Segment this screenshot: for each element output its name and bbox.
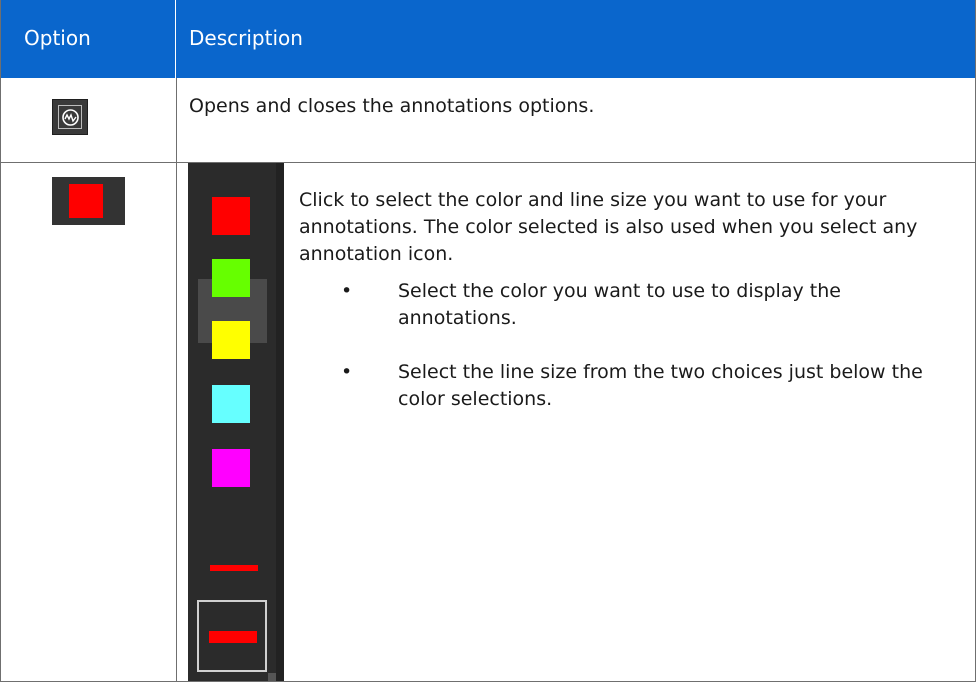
panel-edge — [276, 163, 284, 681]
annotations-toggle-icon — [52, 99, 88, 135]
row-description: Click to select the color and line size … — [299, 189, 918, 265]
color-swatch-magenta — [212, 449, 250, 487]
color-swatch-cyan — [212, 385, 250, 423]
table-row: Opens and closes the annotations options… — [1, 78, 975, 163]
color-swatch-icon — [52, 177, 125, 225]
header-description: Description — [189, 26, 303, 50]
selected-color-square — [69, 184, 103, 218]
bullet-text: Select the line size from the two choice… — [398, 361, 923, 410]
color-swatch-yellow — [212, 321, 250, 359]
color-palette-panel — [188, 163, 284, 681]
column-divider — [176, 78, 177, 163]
column-divider — [176, 163, 177, 681]
table-row: Click to select the color and line size … — [1, 163, 975, 681]
row-description: Opens and closes the annotations options… — [189, 95, 595, 117]
options-table: Option Description Opens and closes the … — [0, 0, 976, 682]
panel-corner — [268, 673, 276, 681]
bullet-dot: • — [341, 280, 353, 302]
header-option: Option — [24, 26, 91, 50]
color-swatch-red — [212, 197, 250, 235]
line-size-thin — [210, 565, 258, 571]
bullet-text: Select the color you want to use to disp… — [398, 280, 841, 329]
color-swatch-green — [212, 259, 250, 297]
bullet-dot: • — [341, 361, 353, 383]
line-size-thick — [209, 631, 257, 643]
table-header: Option Description — [1, 0, 975, 78]
